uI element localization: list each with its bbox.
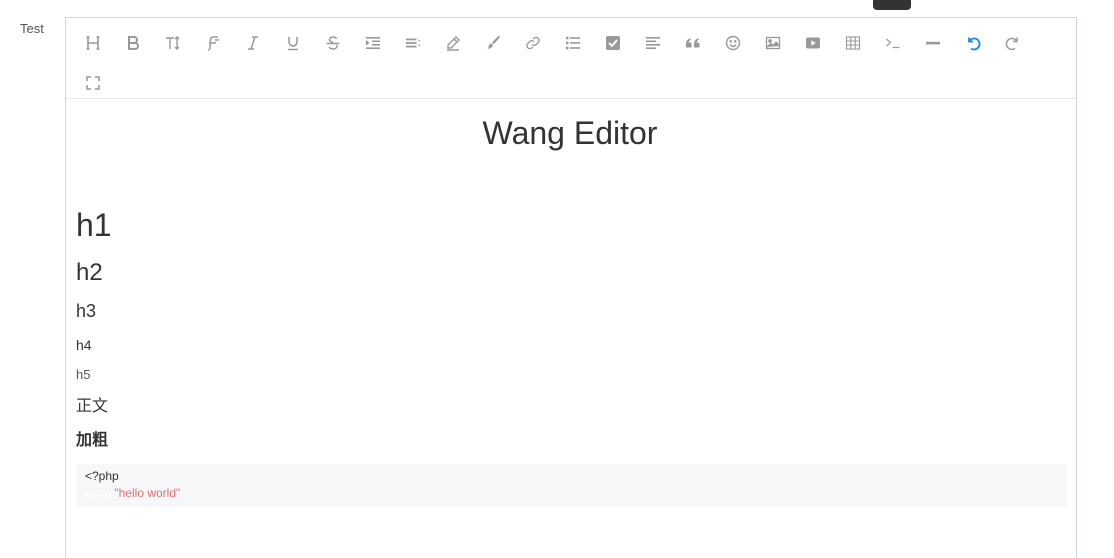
- link-button[interactable]: [513, 23, 553, 63]
- image-button[interactable]: [753, 23, 793, 63]
- heading-4: h4: [76, 337, 92, 353]
- heading-1: h1: [76, 207, 112, 243]
- table-icon: [845, 36, 861, 50]
- emoticon-button[interactable]: [713, 23, 753, 63]
- bold-button[interactable]: [113, 23, 153, 63]
- head-button[interactable]: [73, 23, 113, 63]
- table-button[interactable]: [833, 23, 873, 63]
- image-icon: [765, 36, 781, 50]
- undo-icon: [968, 37, 981, 51]
- font-size-icon: [166, 36, 180, 50]
- fullscreen-icon: [86, 76, 100, 90]
- italic-icon: [248, 36, 258, 50]
- video-button[interactable]: [793, 23, 833, 63]
- redo-button[interactable]: [993, 23, 1033, 63]
- strikethrough-icon: [326, 36, 340, 50]
- paint-brush-icon: [487, 36, 500, 49]
- code-keyword: echo: [85, 486, 112, 500]
- code-string: "hello world": [114, 486, 181, 500]
- align-left-icon: [646, 37, 660, 49]
- pencil-icon: [447, 36, 460, 51]
- indent-button[interactable]: [353, 23, 393, 63]
- heading-icon: [86, 36, 100, 50]
- list-button[interactable]: [553, 23, 593, 63]
- italic-button[interactable]: [233, 23, 273, 63]
- bold-paragraph: 加粗: [76, 432, 109, 449]
- horizontal-rule-icon: [926, 41, 940, 45]
- bold-icon: [128, 36, 139, 50]
- indent-icon: [366, 37, 380, 49]
- document-title: Wang Editor: [482, 115, 658, 151]
- terminal-icon: [886, 38, 900, 49]
- redo-icon: [1005, 37, 1018, 51]
- line-height-icon: [405, 38, 421, 48]
- back-color-button[interactable]: [473, 23, 513, 63]
- underline-icon: [288, 37, 298, 51]
- code-block: <?php echo "hello world": [76, 464, 1066, 507]
- justify-button[interactable]: [633, 23, 673, 63]
- quote-icon: [686, 38, 700, 48]
- list-icon: [565, 36, 580, 50]
- field-label: Test: [20, 21, 44, 36]
- fore-color-button[interactable]: [433, 23, 473, 63]
- undo-button[interactable]: [953, 23, 993, 63]
- fullscreen-button[interactable]: [73, 63, 113, 103]
- toolbar-tooltip: [873, 0, 911, 10]
- body-paragraph: 正文: [76, 398, 109, 415]
- smile-icon: [725, 35, 741, 51]
- rich-text-editor: Wang Editor h1 h2 h3 h4 h5 正文 加粗 <?php e…: [65, 17, 1077, 558]
- heading-5: h5: [76, 367, 91, 382]
- font-family-icon: [207, 36, 219, 51]
- code-button[interactable]: [873, 23, 913, 63]
- link-icon: [526, 36, 540, 50]
- quote-button[interactable]: [673, 23, 713, 63]
- font-name-button[interactable]: [193, 23, 233, 63]
- font-size-button[interactable]: [153, 23, 193, 63]
- video-icon: [806, 37, 820, 49]
- heading-3: h3: [76, 301, 97, 321]
- code-line-php-tag: <?php: [85, 469, 119, 483]
- line-height-button[interactable]: [393, 23, 433, 63]
- checkbox-icon: [606, 36, 620, 50]
- editor-content[interactable]: Wang Editor h1 h2 h3 h4 h5 正文 加粗 <?php e…: [66, 113, 1076, 507]
- split-line-button[interactable]: [913, 23, 953, 63]
- editor-toolbar: [66, 18, 1076, 99]
- strikethrough-button[interactable]: [313, 23, 353, 63]
- underline-button[interactable]: [273, 23, 313, 63]
- todo-button[interactable]: [593, 23, 633, 63]
- code-line-echo: echo "hello world": [85, 485, 1057, 502]
- heading-2: h2: [76, 259, 103, 286]
